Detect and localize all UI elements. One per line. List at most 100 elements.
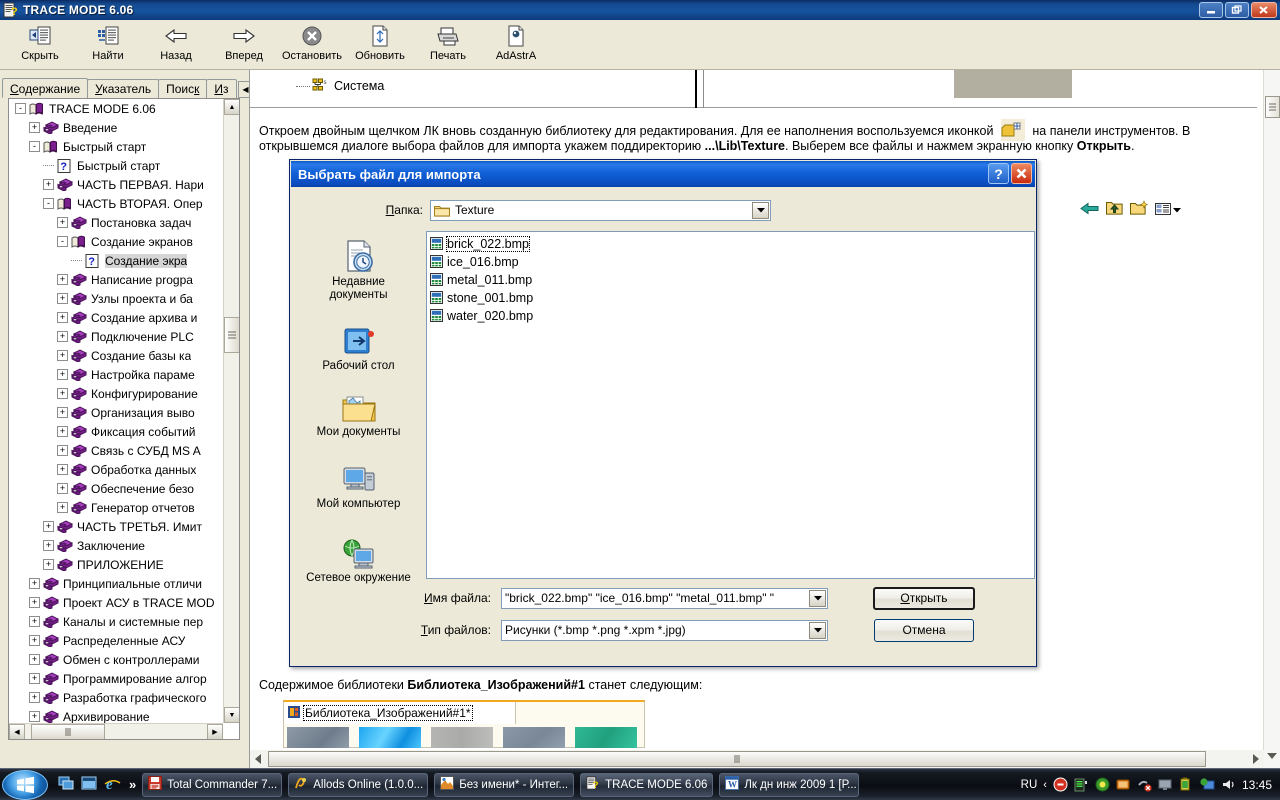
file-list[interactable]: brick_022.bmp ice_016.bmp metal_011.bmp sto… [426,231,1035,579]
scroll-up-icon[interactable]: ▲ [224,99,239,115]
up-folder-icon[interactable] [1106,200,1123,219]
tree-expander-icon[interactable]: - [15,103,26,114]
tree-item[interactable]: + Программирование алгор [9,669,223,688]
topic-scroll-thumb[interactable] [1265,96,1280,118]
topic-hscroll-left-icon[interactable] [253,753,263,768]
new-folder-icon[interactable] [1130,200,1149,219]
place-my-documents[interactable]: Мои документы [303,386,414,454]
tree-expander-icon[interactable]: + [57,217,68,228]
chevron-down-icon[interactable] [809,621,826,639]
tree-item[interactable]: + Проект АСУ в TRACE MOD [9,593,223,612]
tree-expander-icon[interactable]: + [57,407,68,418]
tree-item[interactable]: + Создание базы ка [9,346,223,365]
tree-item[interactable]: + ЧАСТЬ ТРЕТЬЯ. Имит [9,517,223,536]
messenger-icon[interactable] [1116,777,1131,792]
tree-expander-icon[interactable]: + [29,122,40,133]
tree-expander-icon[interactable]: + [43,559,54,570]
topic-scroll-down-icon[interactable] [1266,750,1278,764]
tree-expander-icon[interactable]: + [29,616,40,627]
security-alert-icon[interactable] [1053,777,1068,792]
battery-icon[interactable] [1179,777,1194,792]
thumbnail-brick[interactable] [287,727,349,748]
tree-item[interactable]: + ПРИЛОЖЕНИЕ [9,555,223,574]
filetype-combo[interactable]: Рисунки (*.bmp *.png *.xpm *.jpg) [501,619,828,641]
scroll-left-icon[interactable]: ◀ [9,724,25,739]
tab-contents[interactable]: Содержание [2,78,89,98]
taskbar-item-total-commander[interactable]: Total Commander 7... [142,772,283,797]
file-list-item[interactable]: metal_011.bmp [430,271,1034,289]
tab-favorites[interactable]: Из [206,79,237,98]
monitor-icon[interactable] [1158,777,1173,792]
topic-hscroll-right-icon[interactable] [1251,753,1261,768]
toolbar-button-refresh[interactable]: Обновить [346,20,414,68]
topic-vertical-scrollbar[interactable] [1263,70,1280,768]
tree-item[interactable]: + Введение [9,118,223,137]
tree-item[interactable]: + Обеспечение безо [9,479,223,498]
internet-explorer-icon[interactable]: e [104,775,122,795]
minimize-button[interactable] [1199,2,1223,18]
taskbar-item-allods-online[interactable]: Allods Online (1.0.0... [288,772,429,797]
tree-expander-icon[interactable]: + [57,464,68,475]
tree-item[interactable]: + Принципиальные отличи [9,574,223,593]
tree-item[interactable]: - ЧАСТЬ ВТОРАЯ. Опер [9,194,223,213]
file-list-item[interactable]: water_020.bmp [430,307,1034,325]
tree-scroll-thumb[interactable] [224,317,239,353]
tree-horizontal-scrollbar[interactable]: ◀ ▶ [9,723,223,739]
filename-combo[interactable]: "brick_022.bmp" "ice_016.bmp" "metal_011… [501,587,828,609]
tree-expander-icon[interactable]: - [43,198,54,209]
tree-item[interactable]: - Быстрый старт [9,137,223,156]
usb-safe-icon[interactable] [1137,777,1152,792]
network-tray-icon[interactable] [1200,777,1215,792]
tree-expander-icon[interactable]: + [57,312,68,323]
language-indicator[interactable]: RU [1021,779,1038,791]
dialog-close-button[interactable] [1011,163,1032,184]
thumbnail-ice[interactable] [359,727,421,748]
tree-expander-icon[interactable]: + [57,274,68,285]
tree-item[interactable]: ? Быстрый старт [9,156,223,175]
tree-expander-icon[interactable]: + [29,692,40,703]
tree-item[interactable]: + Организация выво [9,403,223,422]
tree-item[interactable]: + Фиксация событий [9,422,223,441]
tree-expander-icon[interactable]: + [43,521,54,532]
place-desktop[interactable]: Рабочий стол [303,320,414,382]
taskbar-item-trace-mode[interactable]: ? TRACE MODE 6.06 [580,772,714,797]
back-arrow-icon[interactable] [1080,201,1099,219]
toolbar-button-stop[interactable]: Остановить [278,20,346,68]
restore-button[interactable] [1225,2,1249,18]
tree-item[interactable]: + Постановка задач [9,213,223,232]
file-list-item[interactable]: stone_001.bmp [430,289,1034,307]
tree-vertical-scrollbar[interactable]: ▲ ▼ [223,99,239,723]
taskbar-item-word-document[interactable]: W Лк дн инж 2009 1 [Р... [719,772,860,797]
topic-hscroll-thumb[interactable] [268,751,1206,767]
toolbar-button-print[interactable]: Печать [414,20,482,68]
views-icon[interactable] [1155,202,1182,217]
tree-expander-icon[interactable]: + [29,635,40,646]
more-chevrons-icon[interactable]: » [129,777,136,792]
toolbar-button-forward[interactable]: Вперед [210,20,278,68]
tree-expander-icon[interactable]: + [57,369,68,380]
scroll-down-icon[interactable]: ▼ [224,707,239,723]
chevron-left-icon[interactable]: ‹ [1043,779,1047,791]
tree-expander-icon[interactable]: + [29,673,40,684]
taskbar-item-integrator[interactable]: Без имени* - Интег... [434,772,575,797]
contents-tree[interactable]: - TRACE MODE 6.06 + Введение - Быстрый старт?… [8,98,240,740]
tree-expander-icon[interactable]: + [57,331,68,342]
tree-item[interactable]: + Конфигурирование [9,384,223,403]
tree-item[interactable]: + Заключение [9,536,223,555]
tree-item[interactable]: + Каналы и системные пер [9,612,223,631]
tree-expander-icon[interactable]: + [57,293,68,304]
tree-item[interactable]: + Настройка параме [9,365,223,384]
tree-hscroll-thumb[interactable] [31,724,105,739]
tree-item[interactable]: ? Создание экра [9,251,223,270]
network-meter-icon[interactable] [1074,777,1089,792]
tree-expander-icon[interactable]: + [57,445,68,456]
place-recent-documents[interactable]: Недавние документы [303,236,414,316]
tree-expander-icon[interactable]: + [29,597,40,608]
topic-horizontal-scrollbar[interactable] [250,750,1264,768]
tree-item[interactable]: + Подключение PLC [9,327,223,346]
chevron-down-icon[interactable] [752,201,769,219]
cancel-button[interactable]: Отмена [874,618,974,642]
tree-expander-icon[interactable]: + [29,578,40,589]
show-desktop-icon[interactable] [58,775,74,794]
tree-expander-icon[interactable]: + [43,179,54,190]
